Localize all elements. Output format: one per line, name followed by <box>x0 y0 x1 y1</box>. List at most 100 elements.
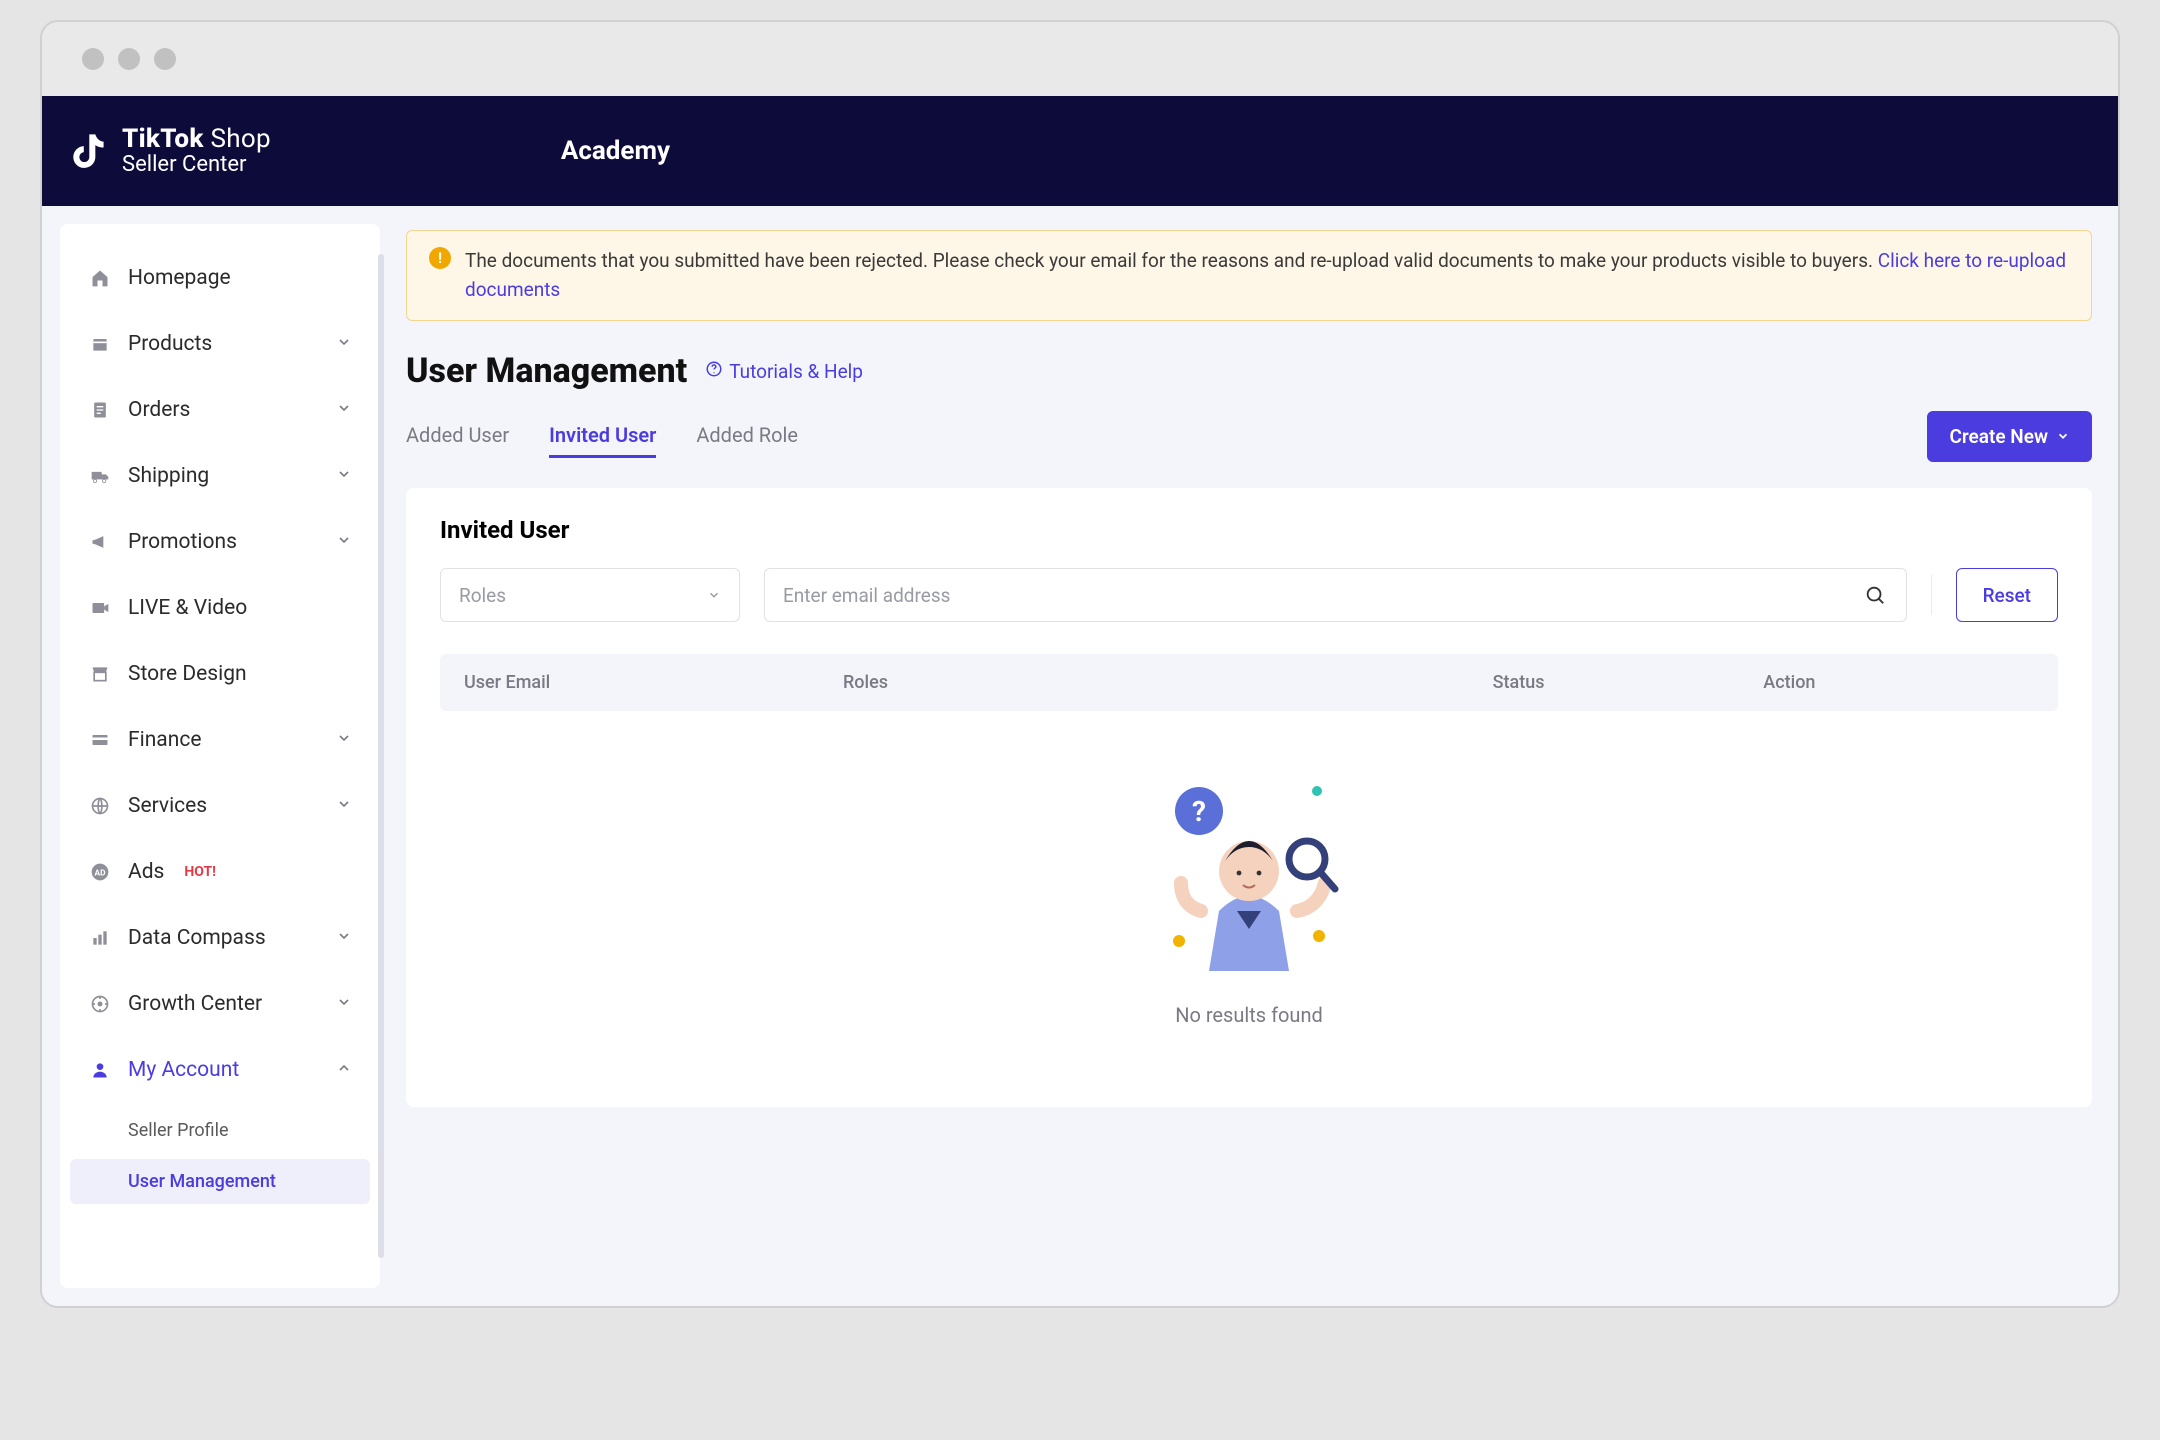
filter-row: Roles Reset <box>440 568 2058 622</box>
bar-icon <box>88 926 112 950</box>
page-header: User Management Tutorials & Help <box>406 351 2092 391</box>
sidebar-item-orders[interactable]: Orders <box>70 382 370 438</box>
sidebar-item-label: Data Compass <box>128 926 266 950</box>
tab-invited-user[interactable]: Invited User <box>549 415 656 458</box>
sidebar-item-label: Finance <box>128 728 201 752</box>
page-title: User Management <box>406 351 687 391</box>
chevron-down-icon <box>2056 425 2070 448</box>
search-icon[interactable] <box>1858 578 1892 612</box>
alert-message: The documents that you submitted have be… <box>465 249 1878 272</box>
help-label: Tutorials & Help <box>729 360 863 383</box>
main-content: ! The documents that you submitted have … <box>380 206 2118 1306</box>
browser-traffic-lights <box>42 22 2118 96</box>
roles-select[interactable]: Roles <box>440 568 740 622</box>
chevron-down-icon <box>336 530 352 554</box>
tiktok-logo-icon <box>66 127 110 175</box>
tabs-row: Added User Invited User Added Role Create … <box>406 411 2092 462</box>
sidebar-item-label: My Account <box>128 1058 239 1082</box>
sidebar-item-label: Homepage <box>128 266 231 290</box>
box-icon <box>88 332 112 356</box>
panel-title: Invited User <box>440 516 2058 544</box>
home-icon <box>88 266 112 290</box>
svg-text:?: ? <box>1192 795 1206 828</box>
empty-text: No results found <box>440 1003 2058 1027</box>
store-icon <box>88 662 112 686</box>
browser-frame: TikTok Shop Seller Center Academy Homepa… <box>40 20 2120 1308</box>
sidebar-item-my-account[interactable]: My Account <box>70 1042 370 1098</box>
nav-academy[interactable]: Academy <box>561 136 670 166</box>
sidebar-item-label: Products <box>128 332 212 356</box>
svg-text:AD: AD <box>94 868 106 878</box>
sidebar-subitem-user-management[interactable]: User Management <box>70 1159 370 1204</box>
megaphone-icon <box>88 530 112 554</box>
email-search-wrap <box>764 568 1907 622</box>
col-status: Status <box>1493 672 1764 693</box>
roles-placeholder: Roles <box>459 584 506 607</box>
sidebar-item-label: Promotions <box>128 530 237 554</box>
app-root: TikTok Shop Seller Center Academy Homepa… <box>42 96 2118 1306</box>
user-icon <box>88 1058 112 1082</box>
reset-button[interactable]: Reset <box>1956 568 2058 622</box>
warning-icon: ! <box>429 247 451 269</box>
chevron-up-icon <box>336 1058 352 1082</box>
brand[interactable]: TikTok Shop Seller Center <box>66 125 271 177</box>
sidebar-item-services[interactable]: Services <box>70 778 370 834</box>
traffic-dot <box>82 48 104 70</box>
sidebar-item-label: Store Design <box>128 662 247 686</box>
brand-line2: Seller Center <box>122 153 271 177</box>
sidebar: Homepage Products Orders Shipping Promotions… <box>60 224 380 1288</box>
chevron-down-icon <box>707 584 721 607</box>
col-user-email: User Email <box>464 672 843 693</box>
chevron-down-icon <box>336 398 352 422</box>
sidebar-item-store-design[interactable]: Store Design <box>70 646 370 702</box>
sidebar-item-finance[interactable]: Finance <box>70 712 370 768</box>
hot-badge: HOT! <box>184 864 216 880</box>
card-icon <box>88 728 112 752</box>
ad-icon: AD <box>88 860 112 884</box>
brand-text: TikTok Shop Seller Center <box>122 125 271 177</box>
empty-illustration-icon: ? <box>1129 966 1369 985</box>
sidebar-item-shipping[interactable]: Shipping <box>70 448 370 504</box>
divider <box>1931 575 1932 615</box>
sidebar-item-data-compass[interactable]: Data Compass <box>70 910 370 966</box>
sidebar-item-homepage[interactable]: Homepage <box>70 250 370 306</box>
tabs: Added User Invited User Added Role <box>406 415 798 458</box>
chevron-down-icon <box>336 728 352 752</box>
brand-line1-bold: TikTok <box>122 124 204 154</box>
sidebar-item-promotions[interactable]: Promotions <box>70 514 370 570</box>
sidebar-item-label: LIVE & Video <box>128 596 247 620</box>
globe-icon <box>88 794 112 818</box>
col-action: Action <box>1763 672 2034 693</box>
col-roles: Roles <box>843 672 1493 693</box>
sidebar-item-label: Services <box>128 794 207 818</box>
table-header: User Email Roles Status Action <box>440 654 2058 711</box>
sidebar-item-label: Ads <box>128 860 164 884</box>
sidebar-item-label: Growth Center <box>128 992 262 1016</box>
top-bar: TikTok Shop Seller Center Academy <box>42 96 2118 206</box>
brand-line1-thin: Shop <box>210 124 270 154</box>
tab-added-role[interactable]: Added Role <box>696 415 798 458</box>
email-search-input[interactable] <box>783 584 1858 607</box>
sidebar-item-ads[interactable]: AD Ads HOT! <box>70 844 370 900</box>
sidebar-item-products[interactable]: Products <box>70 316 370 372</box>
create-new-button[interactable]: Create New <box>1927 411 2092 462</box>
invited-user-panel: Invited User Roles Reset <box>406 488 2092 1107</box>
chevron-down-icon <box>336 926 352 950</box>
traffic-dot <box>118 48 140 70</box>
chevron-down-icon <box>336 332 352 356</box>
layout: Homepage Products Orders Shipping Promotions… <box>42 206 2118 1306</box>
sidebar-item-growth-center[interactable]: Growth Center <box>70 976 370 1032</box>
sidebar-item-live-video[interactable]: LIVE & Video <box>70 580 370 636</box>
sidebar-item-label: Orders <box>128 398 190 422</box>
alert-banner: ! The documents that you submitted have … <box>406 230 2092 321</box>
alert-text: The documents that you submitted have be… <box>465 247 2069 304</box>
sidebar-item-label: Shipping <box>128 464 209 488</box>
chevron-down-icon <box>336 992 352 1016</box>
rocket-icon <box>88 992 112 1016</box>
traffic-dot <box>154 48 176 70</box>
sidebar-subitem-seller-profile[interactable]: Seller Profile <box>70 1108 370 1153</box>
tab-added-user[interactable]: Added User <box>406 415 509 458</box>
chevron-down-icon <box>336 794 352 818</box>
tutorials-help-link[interactable]: Tutorials & Help <box>705 360 863 383</box>
truck-icon <box>88 464 112 488</box>
